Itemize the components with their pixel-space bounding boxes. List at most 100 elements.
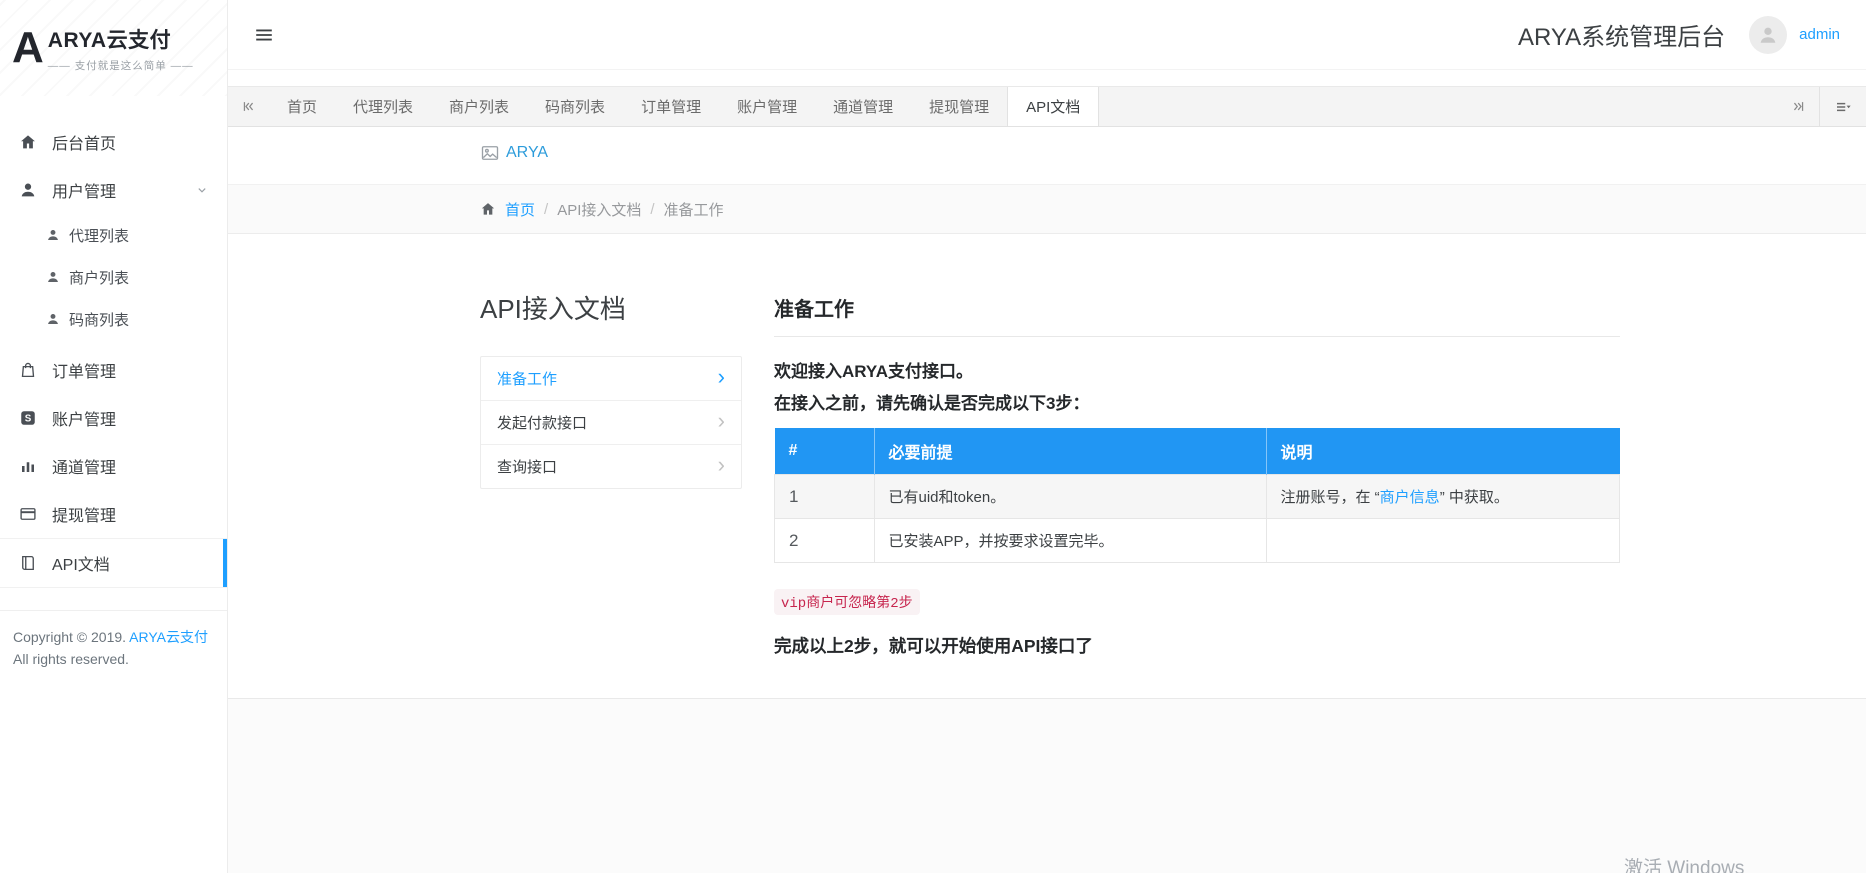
table-header-cell: # — [775, 428, 875, 475]
content-logo-band: ARYA — [227, 127, 1866, 184]
premise-cell: 已有uid和token。 — [874, 475, 1266, 519]
row-number-cell: 1 — [775, 475, 875, 519]
tab-账户管理[interactable]: 账户管理 — [719, 87, 815, 126]
merchant-info-link[interactable]: 商户信息 — [1380, 489, 1440, 506]
doc-nav-item-发起付款接口[interactable]: 发起付款接口› — [481, 401, 741, 445]
breadcrumb-separator: / — [544, 201, 548, 218]
breadcrumb-item: 准备工作 — [664, 199, 724, 220]
user-icon — [18, 180, 38, 200]
doc-nav-label: 查询接口 — [497, 456, 557, 477]
windows-activation-watermark: 激活 Windows — [1624, 853, 1744, 873]
doc-body: 准备工作 欢迎接入ARYA支付接口。 在接入之前，请先确认是否完成以下3步： #… — [774, 289, 1620, 658]
tab-码商列表[interactable]: 码商列表 — [527, 87, 623, 126]
sidebar-subitem-merchant-list[interactable]: 商户列表 — [0, 256, 227, 298]
double-chevron-right-icon — [1791, 99, 1806, 114]
content-area: ARYA 首页 /API接入文档/准备工作 API接入文档 准备工作›发起付款接… — [227, 127, 1866, 873]
sidebar-item-orders[interactable]: 订单管理 — [0, 346, 227, 394]
sidebar-item-label: 订单管理 — [52, 358, 209, 382]
tab-首页[interactable]: 首页 — [269, 87, 335, 126]
credit-card-icon — [18, 504, 38, 524]
svg-text:S: S — [25, 414, 32, 425]
sidebar-item-users[interactable]: 用户管理 — [0, 166, 227, 214]
sidebar-item-label: 通道管理 — [52, 454, 209, 478]
page-logo-broken-image: ARYA — [480, 143, 548, 163]
doc-nav-label: 准备工作 — [497, 368, 557, 389]
sidebar-toggle-button[interactable] — [253, 23, 277, 47]
note-cell — [1266, 519, 1620, 563]
page-title: ARYA系统管理后台 — [1518, 17, 1725, 52]
content-bottom-area — [227, 699, 1866, 873]
tab-scroll-right-button[interactable] — [1777, 87, 1819, 126]
sidebar-item-withdrawals[interactable]: 提现管理 — [0, 490, 227, 538]
table-header-row: #必要前提说明 — [775, 428, 1620, 475]
user-menu-link[interactable]: admin — [1799, 26, 1840, 43]
tab-scroll-left-button[interactable] — [227, 87, 269, 126]
app-root: A ARYA云支付 —— 支付就是这么简单 —— 后台首页用户管理代理列表商户列… — [0, 0, 1866, 873]
doc-sidebar: API接入文档 准备工作›发起付款接口›查询接口› — [480, 289, 742, 658]
book-icon — [18, 553, 38, 573]
table-row: 1已有uid和token。注册账号，在 “商户信息” 中获取。 — [775, 475, 1620, 519]
sidebar-logo: A ARYA云支付 —— 支付就是这么简单 —— — [0, 0, 227, 96]
tab-通道管理[interactable]: 通道管理 — [815, 87, 911, 126]
avatar[interactable] — [1749, 16, 1787, 54]
sidebar-subitem-label: 商户列表 — [69, 267, 129, 288]
tab-代理列表[interactable]: 代理列表 — [335, 87, 431, 126]
tab-menu-dropdown-icon — [1834, 98, 1852, 116]
section-title: 准备工作 — [774, 293, 1620, 322]
sidebar-subitem-label: 代理列表 — [69, 225, 129, 246]
sidebar-submenu: 代理列表商户列表码商列表 — [0, 214, 227, 346]
sidebar-item-api-docs[interactable]: API文档 — [0, 538, 227, 588]
vip-note-code: vip商户可忽略第2步 — [774, 589, 920, 615]
section-divider — [774, 336, 1620, 337]
table-header-cell: 说明 — [1266, 428, 1620, 475]
table-header-cell: 必要前提 — [874, 428, 1266, 475]
header: ARYA系统管理后台 admin — [227, 0, 1866, 70]
home-icon — [18, 132, 38, 152]
doc-nav: 准备工作 › 发起付款接口› 查询接口 › — [480, 356, 742, 489]
chevron-right-icon: › — [718, 366, 725, 388]
sidebar-item-home[interactable]: 后台首页 — [0, 118, 227, 166]
double-chevron-left-icon — [241, 99, 256, 114]
sidebar-item-label: API文档 — [52, 551, 209, 575]
sidebar-subitem-agent-list[interactable]: 代理列表 — [0, 214, 227, 256]
tab-订单管理[interactable]: 订单管理 — [623, 87, 719, 126]
doc-nav-item-准备工作[interactable]: 准备工作 › — [481, 357, 741, 401]
table-row: 2已安装APP，并按要求设置完毕。 — [775, 519, 1620, 563]
sidebar-item-channels[interactable]: 通道管理 — [0, 442, 227, 490]
breadcrumb-home-link[interactable]: 首页 — [505, 199, 535, 220]
sidebar-subitem-code-merchant-list[interactable]: 码商列表 — [0, 298, 227, 340]
breadcrumb-separator: / — [650, 201, 654, 218]
sidebar-item-label: 提现管理 — [52, 502, 209, 526]
chevron-right-icon: › — [718, 454, 725, 476]
copyright-brand-link[interactable]: ARYA云支付 — [129, 629, 208, 645]
user-icon — [46, 270, 61, 285]
tab-API文档[interactable]: API文档 — [1007, 87, 1099, 126]
tab-提现管理[interactable]: 提现管理 — [911, 87, 1007, 126]
breadcrumb-strip: 首页 /API接入文档/准备工作 — [227, 184, 1866, 234]
user-icon — [46, 228, 61, 243]
sidebar-item-accounts[interactable]: S账户管理 — [0, 394, 227, 442]
sidebar-subitem-label: 码商列表 — [69, 309, 129, 330]
brand-tagline: —— 支付就是这么简单 —— — [48, 58, 194, 73]
user-avatar-icon — [1757, 24, 1779, 46]
chevron-down-icon — [195, 183, 209, 197]
intro-line-2: 在接入之前，请先确认是否完成以下3步： — [774, 389, 1620, 414]
intro-line-1: 欢迎接入ARYA支付接口。 — [774, 357, 1620, 382]
bar-chart-icon — [18, 456, 38, 476]
breadcrumb-trail: /API接入文档/准备工作 — [544, 199, 724, 220]
doc-nav-item-查询接口[interactable]: 查询接口 › — [481, 445, 741, 488]
doc-section: API接入文档 准备工作›发起付款接口›查询接口› 准备工作 欢迎接入ARYA支… — [480, 234, 1620, 658]
sidebar: A ARYA云支付 —— 支付就是这么简单 —— 后台首页用户管理代理列表商户列… — [0, 0, 228, 873]
sidebar-item-label: 用户管理 — [52, 178, 195, 202]
tab-商户列表[interactable]: 商户列表 — [431, 87, 527, 126]
shopping-bag-icon — [18, 360, 38, 380]
brand-name: ARYA云支付 — [48, 24, 194, 54]
doc-nav-label: 发起付款接口 — [497, 412, 587, 433]
tab-options-button[interactable] — [1819, 87, 1866, 126]
brand-logo-icon: A — [12, 26, 41, 70]
table-body: 1已有uid和token。注册账号，在 “商户信息” 中获取。2已安装APP，并… — [775, 475, 1620, 563]
copyright-prefix: Copyright © 2019. — [13, 629, 126, 645]
user-icon — [46, 312, 61, 327]
hamburger-icon — [253, 24, 275, 46]
sidebar-item-label: 后台首页 — [52, 130, 209, 154]
